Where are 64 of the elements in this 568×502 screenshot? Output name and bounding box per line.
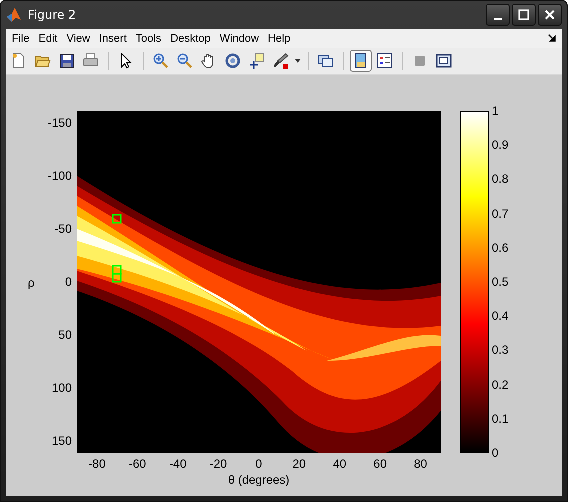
- x-axis-label: θ (degrees): [227, 473, 291, 487]
- colorbar-tick-label: 1: [492, 104, 499, 118]
- zoom-out-icon: [177, 53, 193, 69]
- menu-item[interactable]: Window: [216, 32, 266, 44]
- menu-item[interactable]: Edit: [36, 32, 64, 44]
- menu-item[interactable]: View: [64, 32, 96, 44]
- rotate-icon: [225, 53, 241, 69]
- dock-arrow-icon[interactable]: [548, 34, 557, 43]
- data-cursor-icon: [249, 53, 265, 69]
- colorbar-tick-label: 0.8: [492, 172, 509, 186]
- y-axis-label: ρ: [28, 276, 35, 290]
- printer-icon: [83, 53, 99, 69]
- close-icon: [544, 9, 556, 21]
- brush-icon: [273, 53, 289, 69]
- menu-item[interactable]: Desktop: [168, 32, 217, 44]
- x-tick-label: 40: [333, 457, 347, 471]
- menu-item[interactable]: Help: [265, 32, 297, 44]
- maximize-icon: [518, 9, 530, 21]
- colorbar-tick-label: 0.7: [492, 206, 509, 221]
- zoom-in-icon: [153, 53, 169, 69]
- x-tick-label: 80: [414, 457, 428, 471]
- x-tick-label: 0: [256, 457, 262, 471]
- colorbar-tick-label: 0.6: [492, 240, 509, 255]
- app-logo-icon: [6, 7, 22, 23]
- peak-marker: [112, 265, 122, 275]
- menu-item[interactable]: Tools: [132, 32, 168, 44]
- toolbar-button[interactable]: [350, 50, 372, 72]
- x-tick-label: -40: [169, 457, 187, 471]
- new-file-icon: [11, 53, 27, 69]
- x-tick-label: -60: [128, 457, 146, 471]
- legend-icon: [377, 53, 393, 69]
- y-tick-label: 150: [52, 434, 72, 448]
- caret-icon: [295, 59, 301, 63]
- peak-marker: [112, 273, 122, 283]
- peak-marker: [112, 214, 122, 224]
- minimize-icon: [494, 18, 502, 20]
- y-tick-label: -100: [48, 168, 72, 183]
- colorbar-tick-label: 0.9: [492, 138, 509, 152]
- minimize-button[interactable]: [486, 4, 510, 26]
- y-tick-label: -150: [48, 116, 72, 130]
- y-tick-label: 50: [58, 328, 72, 342]
- colorbar-icon: [353, 53, 369, 69]
- close-button[interactable]: [538, 4, 562, 26]
- save-icon: [59, 53, 75, 69]
- y-tick-label: 100: [52, 381, 72, 396]
- colorbar-tick-label: 0.2: [492, 378, 509, 392]
- maximize-button[interactable]: [512, 4, 536, 26]
- dock-icon: [436, 53, 452, 69]
- colorbar-tick-label: 0.1: [492, 412, 509, 426]
- x-tick-label: -20: [210, 457, 228, 471]
- colorbar-tick-label: 0.3: [492, 343, 509, 358]
- x-tick-label: -80: [88, 457, 106, 471]
- menu-item[interactable]: Insert: [96, 32, 133, 44]
- colorbar-tick-label: 0: [492, 446, 499, 460]
- menu-item[interactable]: File: [9, 32, 36, 44]
- link-icon: [318, 53, 334, 69]
- x-tick-label: 60: [374, 457, 387, 471]
- y-tick-label: -50: [54, 222, 72, 236]
- colorbar-tick-label: 0.4: [492, 309, 509, 324]
- square-icon: [412, 53, 428, 69]
- window-title: Figure 2: [28, 8, 76, 22]
- y-tick-label: 0: [65, 275, 72, 289]
- x-tick-label: 20: [292, 457, 306, 471]
- colorbar-tick-label: 0.5: [492, 275, 509, 289]
